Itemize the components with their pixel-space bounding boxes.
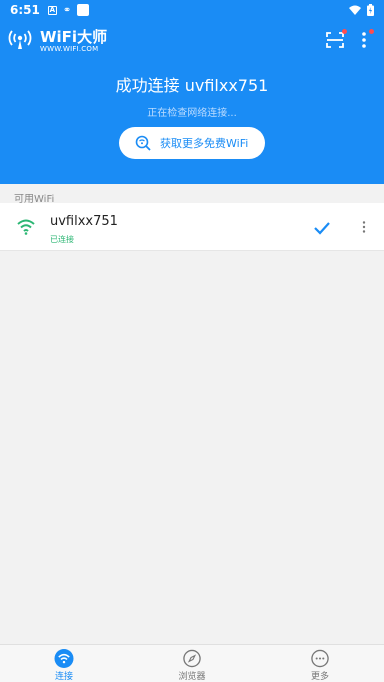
nav-browser-label: 浏览器 bbox=[178, 672, 206, 682]
connection-status: 正在检查网络连接... bbox=[147, 108, 237, 119]
battery-icon bbox=[367, 4, 374, 16]
blank-square-icon bbox=[77, 4, 90, 16]
wifi-icon bbox=[54, 649, 74, 668]
wifi-options-icon[interactable] bbox=[356, 219, 372, 235]
wifi-signal-icon bbox=[349, 5, 361, 15]
status-time: 6:51 bbox=[10, 3, 40, 17]
scan-notification-dot bbox=[342, 29, 347, 34]
get-more-wifi-button[interactable]: 获取更多免费WiFi bbox=[119, 127, 265, 159]
app-title: WiFi大师 bbox=[40, 28, 108, 46]
wifi-list-item[interactable]: uvfilxx751 已连接 bbox=[0, 203, 384, 251]
overflow-menu-button[interactable] bbox=[352, 28, 376, 52]
wifi-signal-green-icon bbox=[17, 219, 35, 235]
wifi-connected-status: 已连接 bbox=[50, 235, 74, 244]
nav-more-label: 更多 bbox=[310, 672, 329, 682]
header: 6:51 A ⚭ WiFi大师 WWW.WIFI.COM 成功连接 uvfilx… bbox=[0, 0, 384, 184]
wifi-name: uvfilxx751 bbox=[50, 214, 118, 229]
compass-icon bbox=[183, 649, 201, 668]
more-horizontal-icon bbox=[311, 649, 329, 668]
connection-title: 成功连接 uvfilxx751 bbox=[115, 76, 269, 95]
a-badge-icon: A bbox=[47, 5, 57, 15]
wifi-master-logo-icon bbox=[8, 30, 32, 49]
nav-connect[interactable]: 连接 bbox=[0, 645, 128, 682]
bottom-navigation: 连接 浏览器 更多 bbox=[0, 644, 384, 682]
get-more-wifi-label: 获取更多免费WiFi bbox=[160, 137, 249, 150]
nav-browser[interactable]: 浏览器 bbox=[128, 645, 256, 682]
check-icon bbox=[314, 222, 330, 235]
scan-button[interactable] bbox=[323, 28, 347, 52]
nav-connect-label: 连接 bbox=[54, 672, 73, 682]
status-bar: 6:51 A ⚭ bbox=[0, 0, 384, 20]
link-icon: ⚭ bbox=[62, 4, 72, 16]
app-subtitle: WWW.WIFI.COM bbox=[40, 45, 99, 53]
nav-more[interactable]: 更多 bbox=[256, 645, 384, 682]
app-bar: WiFi大师 WWW.WIFI.COM bbox=[0, 24, 384, 58]
search-wifi-icon bbox=[135, 135, 151, 151]
menu-notification-dot bbox=[369, 29, 374, 34]
